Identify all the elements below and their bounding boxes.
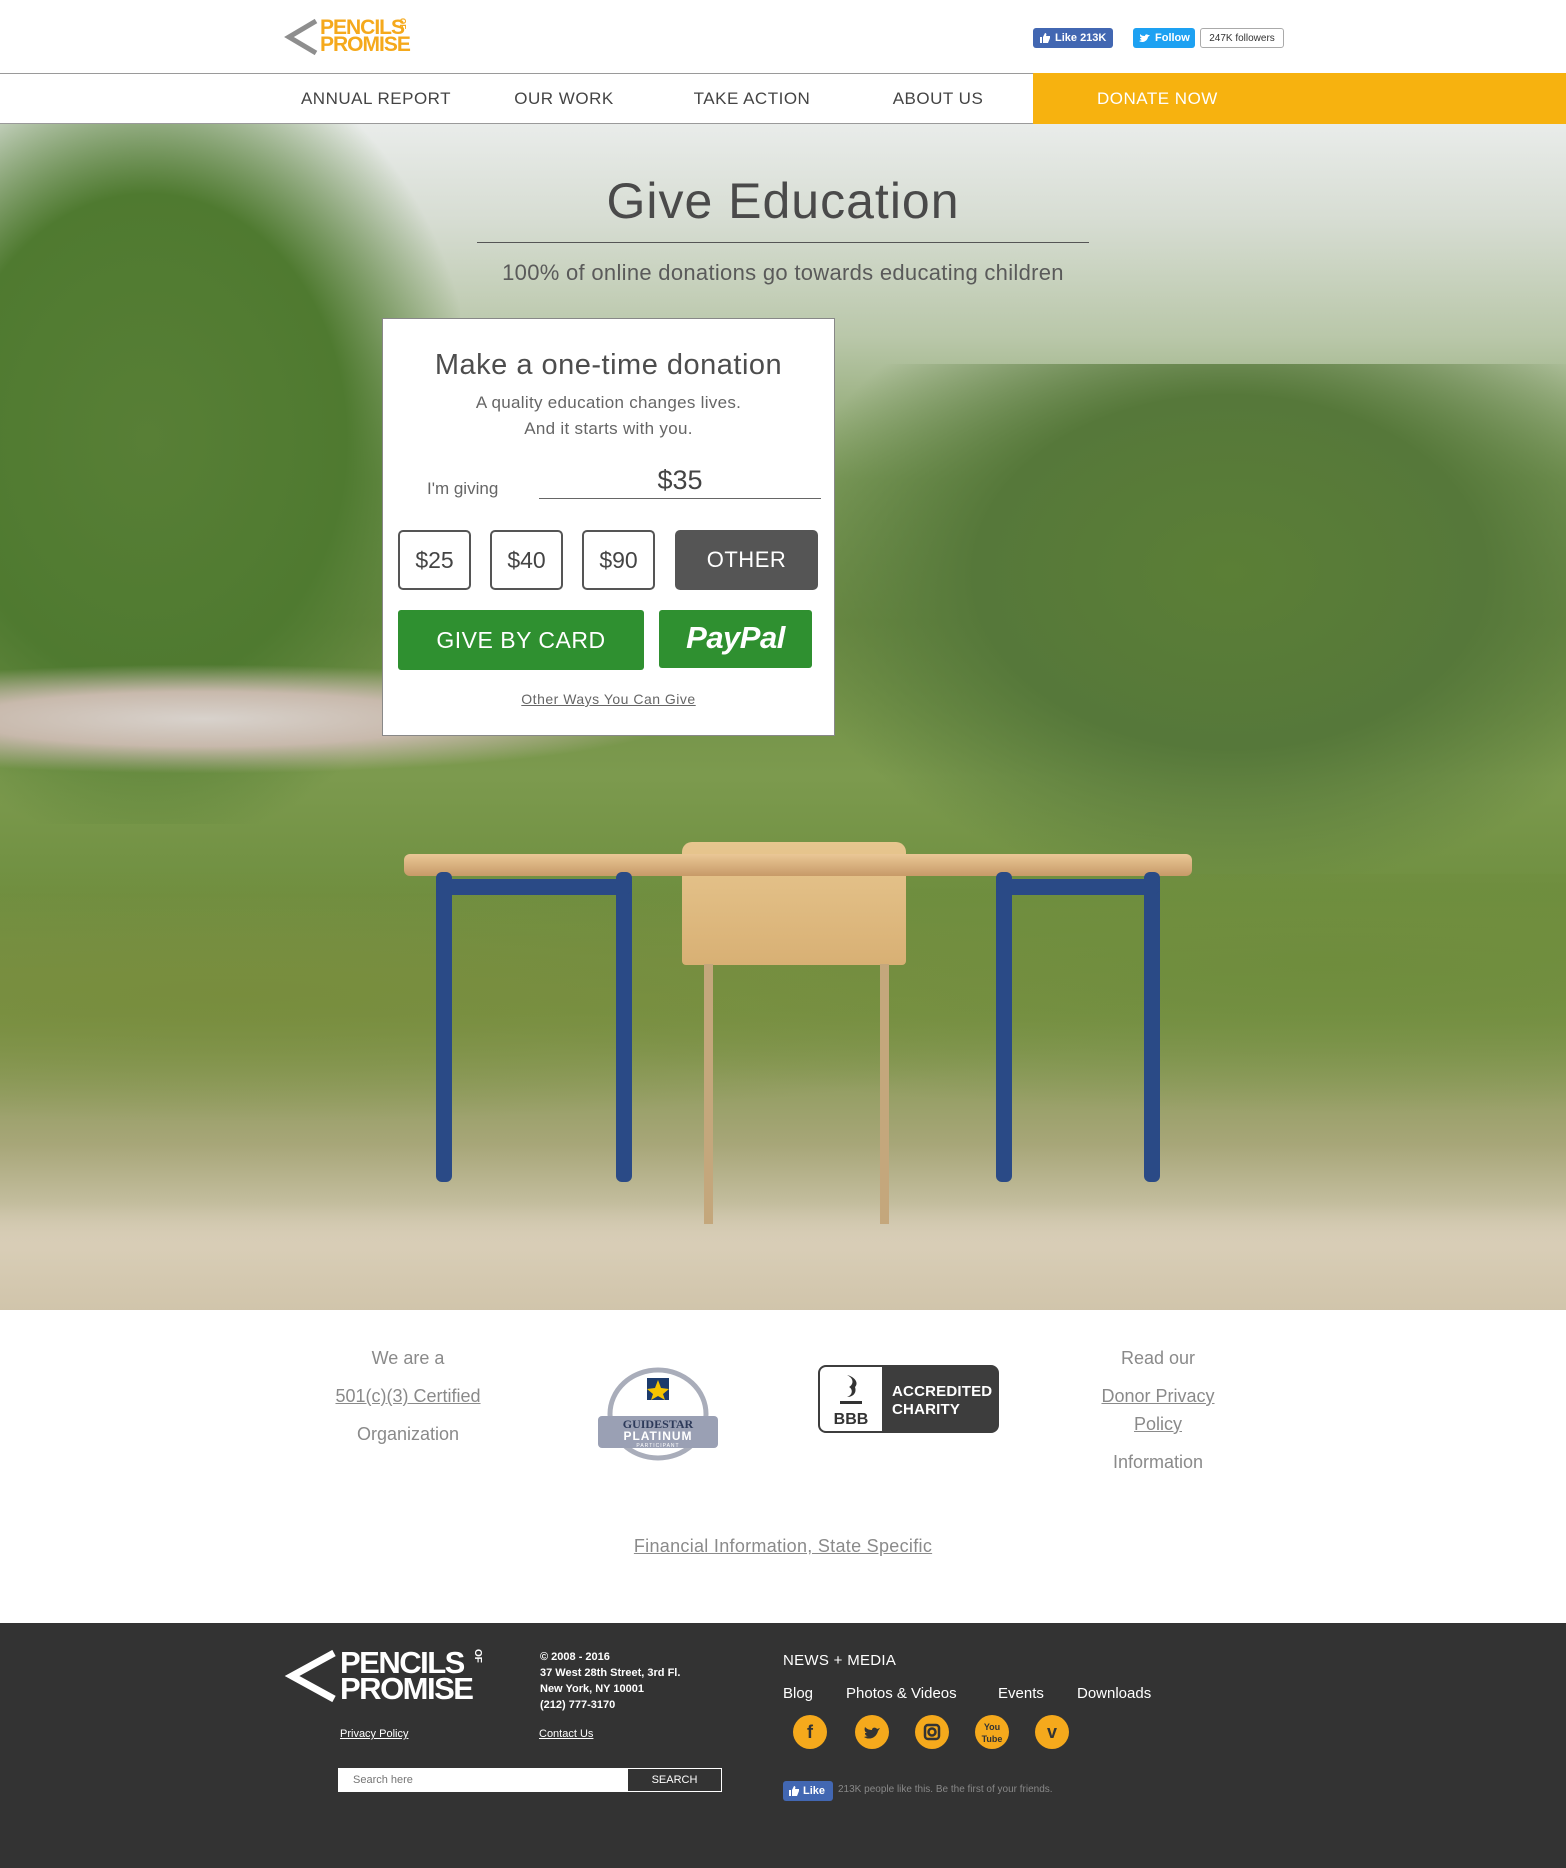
news-media-title: NEWS + MEDIA xyxy=(783,1652,897,1669)
footer: PENCILS OF PROMISE © 2008 - 2016 37 West… xyxy=(0,1623,1566,1868)
donation-form: Make a one-time donation A quality educa… xyxy=(382,318,835,736)
logo-text-of: OF xyxy=(398,18,407,30)
youtube-icon[interactable]: You Tube xyxy=(975,1715,1009,1749)
bbb-abbr: BBB xyxy=(834,1411,869,1428)
footer-link-blog[interactable]: Blog xyxy=(783,1685,813,1702)
desk-bar xyxy=(996,879,1160,895)
donation-amount-input[interactable] xyxy=(539,463,821,499)
privacy-text-bottom: Information xyxy=(1112,1452,1204,1472)
donate-now-button[interactable]: DONATE NOW xyxy=(1033,73,1566,124)
facebook-icon[interactable]: f xyxy=(793,1715,827,1749)
search-input[interactable] xyxy=(338,1768,627,1792)
thumbs-up-icon xyxy=(789,1786,799,1796)
address-line1: 37 West 28th Street, 3rd Fl. xyxy=(540,1667,681,1679)
desk-bar xyxy=(436,879,632,895)
address-line2: New York, NY 10001 xyxy=(540,1683,644,1695)
phone: (212) 777-3170 xyxy=(540,1699,616,1711)
amount-90-button[interactable]: $90 xyxy=(582,530,655,590)
chair-leg xyxy=(880,964,889,1224)
bbb-torch-icon: BBB xyxy=(834,1375,869,1428)
chair-leg xyxy=(704,964,713,1224)
footer-logo[interactable]: PENCILS OF PROMISE xyxy=(284,1647,494,1706)
guidestar-sub: PARTICIPANT xyxy=(636,1443,679,1449)
twitter-follow-button[interactable]: Follow xyxy=(1133,28,1195,48)
logo-text-line2: PROMISE xyxy=(320,33,411,56)
nav-item-annual-report[interactable]: ANNUAL REPORT xyxy=(296,74,456,123)
search-button[interactable]: SEARCH xyxy=(627,1768,722,1792)
guidestar-platinum-badge[interactable]: GUIDESTAR PLATINUM PARTICIPANT xyxy=(598,1364,718,1464)
instagram-icon[interactable] xyxy=(915,1715,949,1749)
twitter-bird-icon xyxy=(1139,34,1150,42)
trust-section: We are a 501(c)(3) Certified Organizatio… xyxy=(0,1310,1566,1623)
footer-link-photos-videos[interactable]: Photos & Videos xyxy=(846,1685,957,1702)
nav-item-about-us[interactable]: ABOUT US xyxy=(876,74,1000,123)
nonprofit-text-top: We are a xyxy=(371,1348,445,1368)
background-ground xyxy=(0,1204,1566,1310)
giving-label: I'm giving xyxy=(427,479,499,498)
guidestar-level: PLATINUM xyxy=(623,1429,692,1443)
desk-top xyxy=(404,854,1192,876)
privacy-policy-link[interactable]: Privacy Policy xyxy=(340,1728,408,1740)
501c3-link[interactable]: 501(c)(3) Certified xyxy=(300,1386,516,1407)
title-divider xyxy=(477,242,1089,243)
desk-leg xyxy=(996,872,1012,1182)
paypal-button[interactable]: PayPal xyxy=(659,610,812,668)
main-nav: ANNUAL REPORT OUR WORK TAKE ACTION ABOUT… xyxy=(0,73,1566,124)
twitter-icon[interactable] xyxy=(855,1715,889,1749)
facebook-like-button[interactable]: Like 213K xyxy=(1033,28,1113,48)
thumbs-up-icon xyxy=(1040,33,1050,43)
amount-25-button[interactable]: $25 xyxy=(398,530,471,590)
page-subtitle: 100% of online donations go towards educ… xyxy=(502,260,1064,285)
twitter-bird-icon xyxy=(864,1727,880,1739)
bbb-line2: CHARITY xyxy=(892,1401,961,1418)
donation-tagline-2: And it starts with you. xyxy=(524,419,693,438)
twitter-followers-count: 247K followers xyxy=(1200,28,1284,48)
amount-40-button[interactable]: $40 xyxy=(490,530,563,590)
background-hill-right xyxy=(780,364,1566,884)
page-title: Give Education xyxy=(606,173,960,229)
camera-icon xyxy=(923,1723,941,1741)
bbb-accredited-charity-badge[interactable]: BBB ACCREDITED CHARITY xyxy=(818,1365,999,1433)
desk-leg xyxy=(436,872,452,1182)
footer-facebook-like-button[interactable]: Like xyxy=(783,1781,833,1801)
other-ways-link[interactable]: Other Ways You Can Give xyxy=(383,691,834,707)
footer-logo-chevron-icon xyxy=(284,1649,336,1703)
pencils-of-promise-logo[interactable]: PENCILS OF PROMISE xyxy=(284,17,424,58)
twitter-follow-label: Follow xyxy=(1155,32,1190,44)
give-by-card-button[interactable]: GIVE BY CARD xyxy=(398,610,644,670)
footer-address: © 2008 - 2016 37 West 28th Street, 3rd F… xyxy=(540,1649,680,1713)
nav-item-our-work[interactable]: OUR WORK xyxy=(504,74,624,123)
amount-other-button[interactable]: OTHER xyxy=(675,530,818,590)
donation-tagline-1: A quality education changes lives. xyxy=(475,393,742,412)
vimeo-icon[interactable]: v xyxy=(1035,1715,1069,1749)
footer-logo-text-line2: PROMISE xyxy=(340,1671,474,1706)
hero-section: Give Education 100% of online donations … xyxy=(0,124,1566,1310)
bbb-line1: ACCREDITED xyxy=(892,1383,993,1400)
nav-item-take-action[interactable]: TAKE ACTION xyxy=(682,74,822,123)
footer-logo-text-of: OF xyxy=(472,1649,483,1663)
desk-leg xyxy=(616,872,632,1182)
copyright: © 2008 - 2016 xyxy=(540,1651,610,1663)
privacy-text-top: Read our xyxy=(1120,1348,1196,1368)
footer-link-downloads[interactable]: Downloads xyxy=(1077,1685,1151,1702)
logo-chevron-icon xyxy=(284,18,318,56)
bbb-seal-icon: BBB xyxy=(820,1367,882,1431)
top-bar: PENCILS OF PROMISE Like 213K Follow 247K… xyxy=(0,0,1566,73)
financial-information-link[interactable]: Financial Information, State Specific xyxy=(0,1536,1566,1557)
donor-privacy-link-2[interactable]: Policy xyxy=(1058,1414,1258,1435)
footer-link-events[interactable]: Events xyxy=(998,1685,1044,1702)
footer-like-label: Like xyxy=(803,1785,826,1797)
bbb-text: ACCREDITED CHARITY xyxy=(892,1383,992,1419)
contact-us-link[interactable]: Contact Us xyxy=(539,1728,593,1740)
desk-leg xyxy=(1144,872,1160,1182)
nonprofit-text-bottom: Organization xyxy=(356,1424,460,1444)
facebook-like-label: Like 213K xyxy=(1055,32,1107,44)
facebook-like-count-text: 213K people like this. Be the first of y… xyxy=(838,1784,1053,1795)
donor-privacy-link-1[interactable]: Donor Privacy xyxy=(1058,1386,1258,1407)
donation-title: Make a one-time donation xyxy=(434,349,783,381)
